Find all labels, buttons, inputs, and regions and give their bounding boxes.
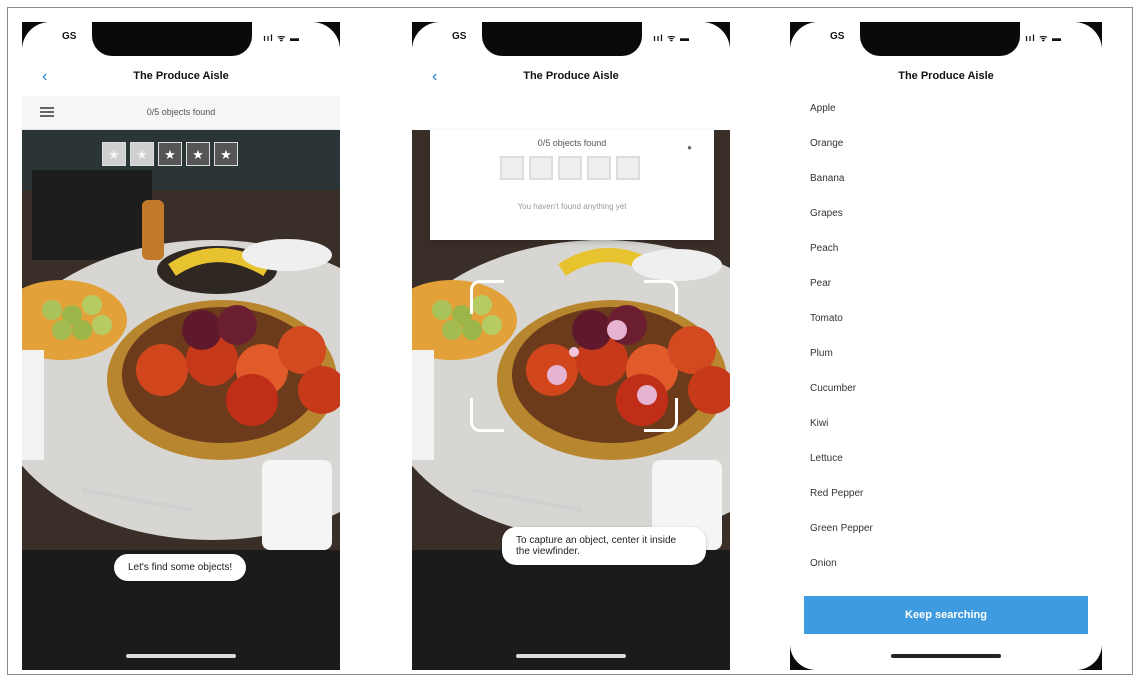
list-item[interactable]: Tomato <box>810 312 873 347</box>
empty-slot-icon <box>587 156 611 180</box>
keep-searching-button[interactable]: Keep searching <box>804 596 1088 634</box>
status-time: GS <box>830 31 845 42</box>
status-time: GS <box>452 31 467 42</box>
status-time: GS <box>62 31 77 42</box>
objects-found-count: 0/5 objects found <box>537 138 607 148</box>
object-slots <box>500 156 640 180</box>
list-item[interactable]: Pear <box>810 277 873 312</box>
list-item[interactable]: Red Pepper <box>810 487 873 522</box>
list-item[interactable]: Kiwi <box>810 417 873 452</box>
star-icon: ★ <box>102 142 126 166</box>
home-indicator[interactable] <box>891 654 1001 658</box>
list-item[interactable]: Plum <box>810 347 873 382</box>
star-icon: ★ <box>186 142 210 166</box>
status-icons: ııl ᯤ ▬ <box>263 33 300 43</box>
list-item[interactable]: Green Pepper <box>810 522 873 557</box>
device-corner <box>790 644 822 670</box>
list-item[interactable]: Cucumber <box>810 382 873 417</box>
found-objects-dropdown[interactable]: 0/5 objects found ● You haven't found an… <box>430 130 714 240</box>
hint-toast: To capture an object, center it inside t… <box>502 527 706 565</box>
phone-screen-1: GS ııl ᯤ ▬ ‹ The Produce Aisle 0/5 objec… <box>22 22 340 670</box>
empty-slot-icon <box>500 156 524 180</box>
list-item[interactable]: Banana <box>810 172 873 207</box>
star-progress: ★ ★ ★ ★ ★ <box>102 142 238 166</box>
list-item[interactable]: Peach <box>810 242 873 277</box>
star-icon: ★ <box>214 142 238 166</box>
list-item[interactable]: Grapes <box>810 207 873 242</box>
objects-found-count: 0/5 objects found <box>146 107 216 117</box>
camera-view <box>22 130 340 670</box>
star-icon: ★ <box>130 142 154 166</box>
empty-slot-icon <box>616 156 640 180</box>
home-indicator[interactable] <box>516 654 626 658</box>
list-item[interactable]: Lettuce <box>810 452 873 487</box>
hint-toast: Let's find some objects! <box>114 554 247 581</box>
phone-screen-3: GS ııl ᯤ ▬ The Produce Aisle Apple Orang… <box>790 22 1102 670</box>
list-item[interactable]: Onion <box>810 557 873 592</box>
object-list: Apple Orange Banana Grapes Peach Pear To… <box>810 102 873 592</box>
star-icon: ★ <box>158 142 182 166</box>
status-icons: ııl ᯤ ▬ <box>653 33 690 43</box>
list-item[interactable]: Orange <box>810 137 873 172</box>
empty-slot-icon <box>558 156 582 180</box>
empty-slot-icon <box>529 156 553 180</box>
viewfinder <box>470 280 678 432</box>
progress-bar: 0/5 objects found <box>22 96 340 130</box>
phone-screen-2: GS ııl ᯤ ▬ ‹ The Produce Aisle 0/5 objec… <box>412 22 730 670</box>
list-item[interactable]: Apple <box>810 102 873 137</box>
empty-message: You haven't found anything yet <box>517 202 627 211</box>
caret-icon[interactable]: ● <box>687 143 692 152</box>
home-indicator[interactable] <box>126 654 236 658</box>
status-icons: ııl ᯤ ▬ <box>1025 33 1062 43</box>
device-corner <box>1070 644 1102 670</box>
